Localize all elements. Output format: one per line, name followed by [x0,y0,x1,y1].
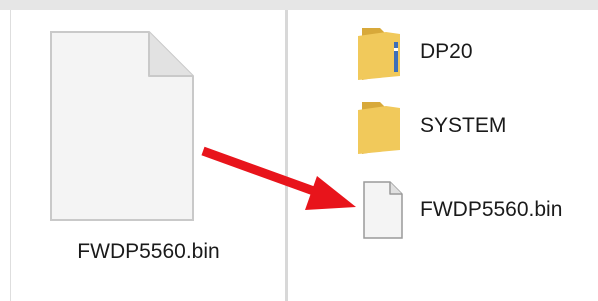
large-file-label: FWDP5560.bin [77,240,220,263]
folder-label-system: SYSTEM [420,114,507,137]
folder-label-dp20: DP20 [420,40,473,63]
window-frame [0,0,598,10]
folder-item-system[interactable]: SYSTEM [356,100,556,160]
document-icon [363,181,403,239]
folder-icon [358,102,400,154]
file-label-fwdp5560: FWDP5560.bin [420,198,563,221]
large-file-item[interactable] [45,28,197,224]
folder-icon [358,28,400,80]
document-icon [50,31,194,221]
source-pane: FWDP5560.bin [10,10,286,301]
folder-item-dp20[interactable]: DP20 [356,26,556,86]
file-item-fwdp5560[interactable]: FWDP5560.bin [356,180,598,240]
